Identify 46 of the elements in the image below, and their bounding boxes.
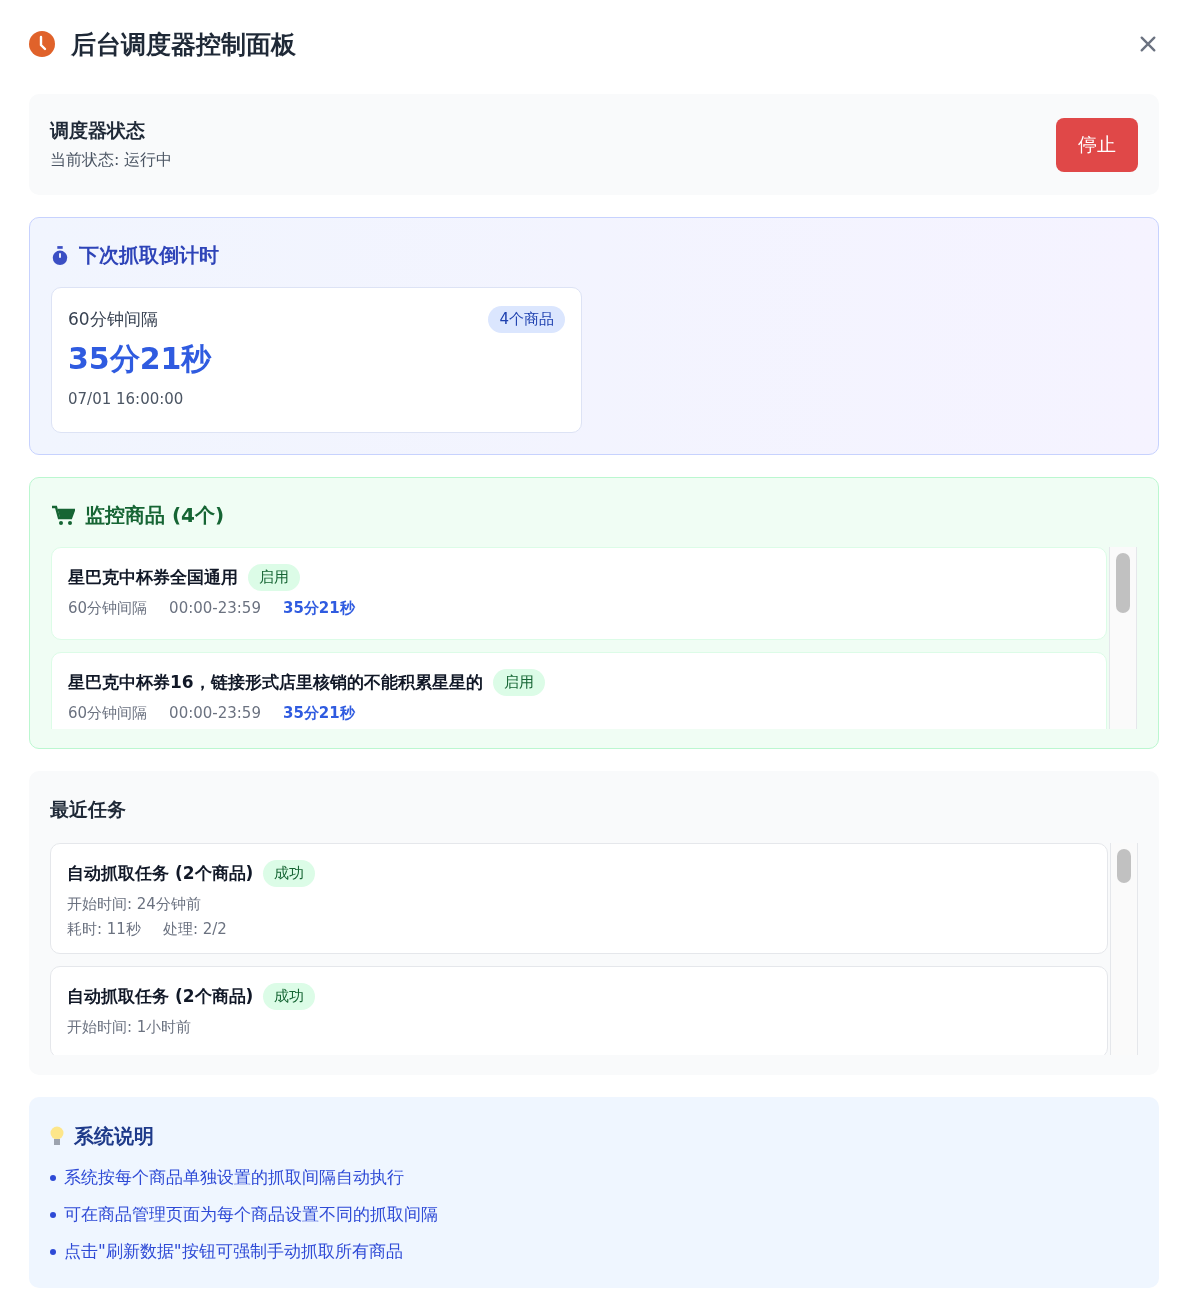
bullet-icon — [50, 1248, 56, 1255]
status-title: 调度器状态 — [50, 118, 146, 143]
next-run-time: 07/01 16:00:00 — [68, 390, 185, 408]
products-title: 监控商品 (4个) — [85, 502, 225, 529]
product-count-badge: 4个商品 — [488, 306, 565, 333]
task-name: 自动抓取任务 (2个商品) — [67, 862, 254, 885]
product-item[interactable]: 星巴克中杯券全国通用 启用 60分钟间隔 00:00-23:59 35分21秒 — [51, 547, 1107, 640]
time-window: 00:00-23:59 — [169, 704, 261, 723]
close-icon[interactable] — [1139, 35, 1157, 53]
tasks-title: 最近任务 — [50, 797, 127, 822]
stopwatch-icon — [51, 245, 69, 266]
clock-icon — [29, 31, 55, 57]
product-name: 星巴克中杯券16，链接形式店里核销的不能积累星星的 — [68, 671, 483, 694]
duration-text: 耗时: 11秒 — [67, 920, 141, 939]
task-item[interactable]: 自动抓取任务 (2个商品) 成功 开始时间: 24分钟前 耗时: 11秒 处理: 2/2 — [50, 843, 1108, 954]
product-name: 星巴克中杯券全国通用 — [68, 566, 238, 589]
status-text: 当前状态: 运行中 — [50, 150, 173, 171]
bullet-icon — [50, 1211, 56, 1218]
countdown-value: 35分21秒 — [282, 599, 355, 618]
status-badge: 成功 — [263, 860, 316, 887]
scrollbar[interactable] — [1109, 547, 1137, 729]
countdown-value: 35分21秒 — [282, 704, 355, 723]
interval-label: 60分钟间隔 — [68, 308, 158, 331]
task-item[interactable]: 自动抓取任务 (2个商品) 成功 开始时间: 1小时前 — [50, 966, 1108, 1055]
lightbulb-icon — [50, 1125, 64, 1148]
interval-label: 60分钟间隔 — [68, 599, 148, 618]
countdown-title: 下次抓取倒计时 — [79, 242, 219, 269]
info-title: 系统说明 — [74, 1123, 154, 1150]
info-text: 系统按每个商品单独设置的抓取间隔自动执行 — [64, 1166, 404, 1189]
product-item[interactable]: 星巴克中杯券16，链接形式店里核销的不能积累星星的 启用 60分钟间隔 00:00-23:59 35分21秒 — [51, 652, 1107, 729]
info-text: 可在商品管理页面为每个商品设置不同的抓取间隔 — [64, 1203, 438, 1226]
cart-icon — [51, 504, 75, 527]
status-badge: 启用 — [248, 564, 300, 591]
interval-label: 60分钟间隔 — [68, 704, 148, 723]
countdown-value: 35分21秒 — [68, 340, 213, 378]
stop-button[interactable]: 停止 — [1056, 117, 1138, 172]
start-time: 开始时间: 1小时前 — [67, 1018, 193, 1037]
start-time: 开始时间: 24分钟前 — [67, 895, 202, 914]
info-text: 点击"刷新数据"按钮可强制手动抓取所有商品 — [64, 1240, 403, 1263]
window-title: 后台调度器控制面板 — [71, 28, 297, 61]
processed-text: 处理: 2/2 — [162, 920, 227, 939]
time-window: 00:00-23:59 — [169, 599, 261, 618]
status-badge: 启用 — [492, 669, 545, 696]
status-badge: 成功 — [263, 983, 316, 1010]
task-name: 自动抓取任务 (2个商品) — [67, 985, 254, 1008]
bullet-icon — [50, 1174, 56, 1181]
